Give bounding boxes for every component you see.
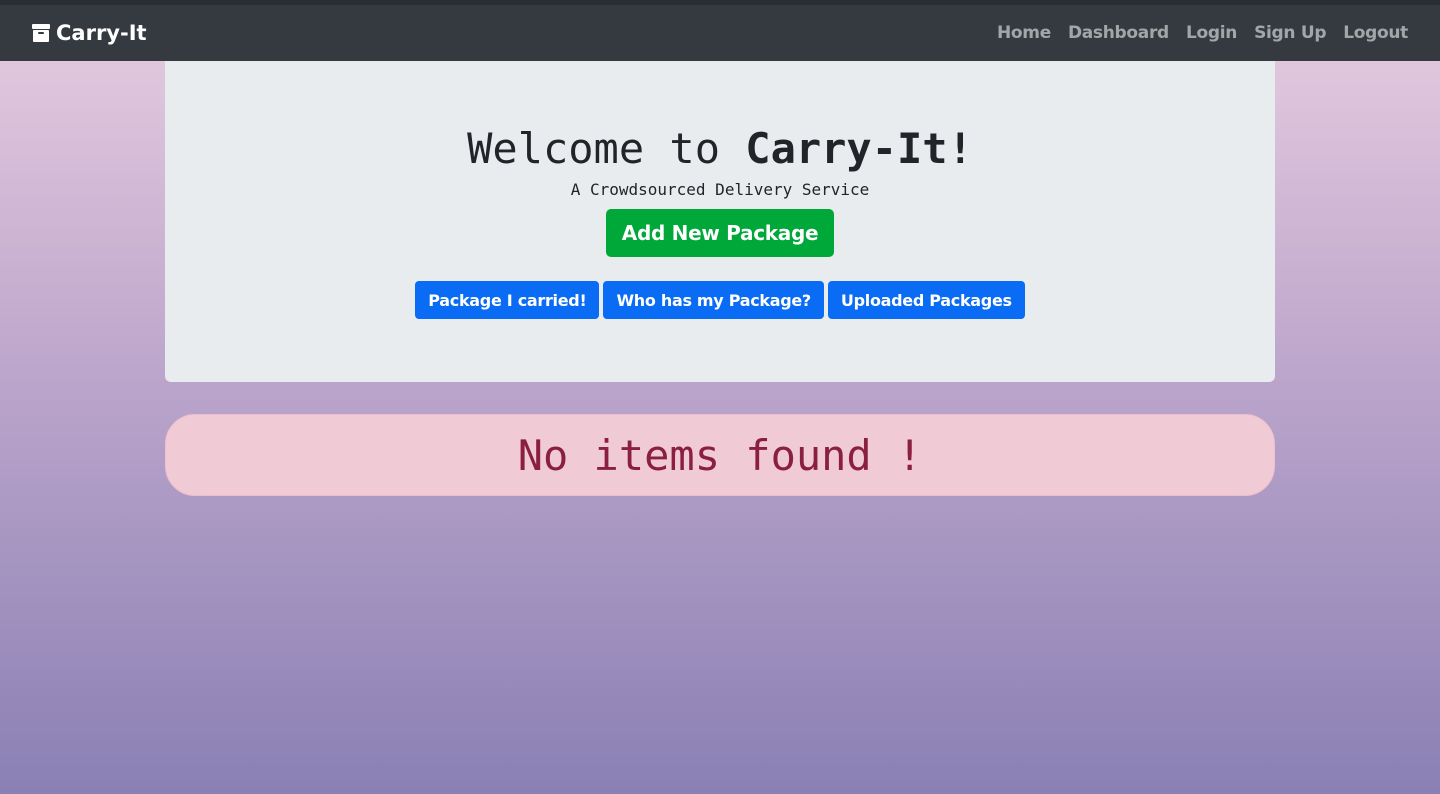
page-title: Welcome to Carry-It! — [165, 125, 1275, 173]
navbar: Carry-It Home Dashboard Login Sign Up Lo… — [0, 5, 1440, 61]
nav-logout[interactable]: Logout — [1343, 23, 1408, 43]
welcome-brand: Carry-It! — [745, 124, 973, 173]
who-has-package-button[interactable]: Who has my Package? — [603, 281, 824, 319]
add-new-package-button[interactable]: Add New Package — [605, 209, 835, 257]
nav-dashboard[interactable]: Dashboard — [1068, 23, 1169, 43]
nav-home[interactable]: Home — [997, 23, 1051, 43]
uploaded-packages-button[interactable]: Uploaded Packages — [827, 281, 1025, 319]
welcome-prefix: Welcome to — [467, 124, 746, 173]
brand-name: Carry-It — [56, 21, 147, 45]
package-carried-button[interactable]: Package I carried! — [415, 281, 600, 319]
hero-panel: Welcome to Carry-It! A Crowdsourced Deli… — [165, 61, 1275, 382]
package-button-row: Package I carried! Who has my Package? U… — [165, 281, 1275, 319]
nav-signup[interactable]: Sign Up — [1254, 23, 1326, 43]
archive-box-icon — [32, 24, 50, 42]
no-items-alert: No items found ! — [165, 414, 1275, 496]
brand-link[interactable]: Carry-It — [32, 21, 147, 45]
alert-message: No items found ! — [517, 430, 923, 480]
tagline: A Crowdsourced Delivery Service — [570, 180, 870, 199]
nav-login[interactable]: Login — [1186, 23, 1237, 43]
nav-links: Home Dashboard Login Sign Up Logout — [980, 23, 1408, 43]
